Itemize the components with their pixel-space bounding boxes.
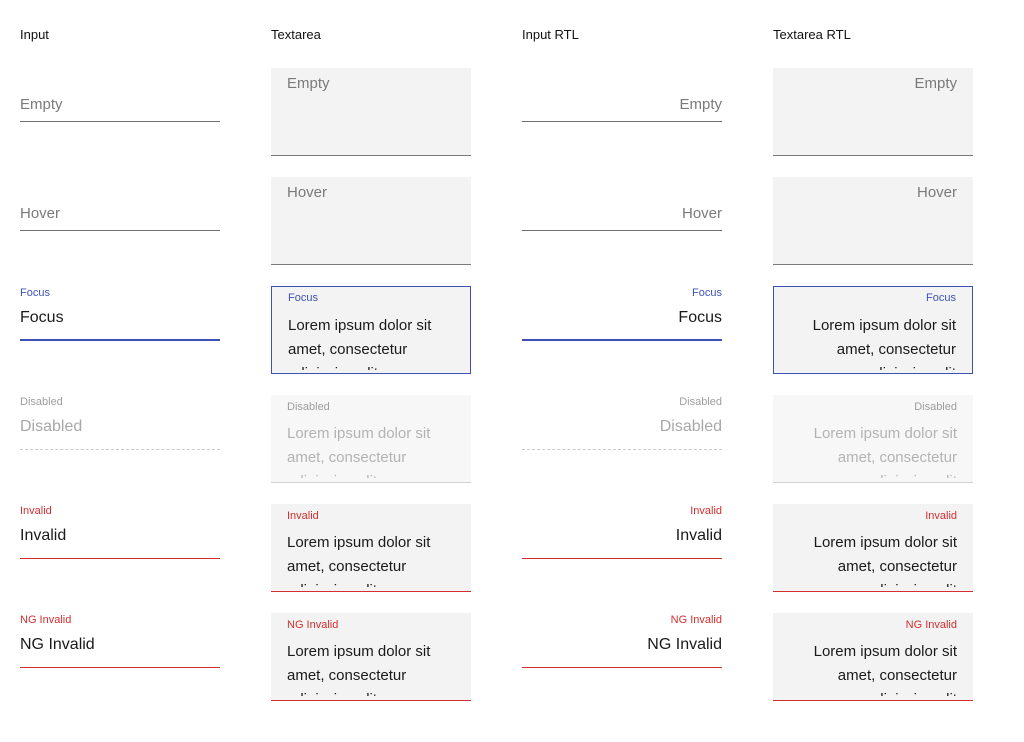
input-disabled-label: Disabled xyxy=(20,396,63,408)
textarea-rtl-invalid[interactable]: Invalid Lorem ipsum dolor sit amet, cons… xyxy=(773,504,973,592)
textarea-rtl-ng-invalid-text: Lorem ipsum dolor sit amet, consectetur … xyxy=(813,643,957,696)
textarea-disabled: Disabled Lorem ipsum dolor sit amet, con… xyxy=(271,395,471,483)
textarea-rtl-focus-label: Focus xyxy=(926,292,956,304)
input-hover[interactable]: Hover xyxy=(20,177,220,231)
textarea-rtl-hover-placeholder: Hover xyxy=(916,184,957,201)
input-rtl-disabled: Disabled Disabled xyxy=(522,396,722,450)
input-rtl-focus-label: Focus xyxy=(692,287,722,299)
input-rtl-empty-placeholder: Empty xyxy=(679,96,722,113)
input-ng-invalid-label: NG Invalid xyxy=(20,614,72,626)
textarea-empty[interactable]: Empty xyxy=(271,68,471,156)
input-rtl-invalid-value: Invalid xyxy=(675,527,722,544)
input-disabled: Disabled Disabled xyxy=(20,396,220,450)
input-hover-placeholder: Hover xyxy=(20,205,61,222)
textarea-rtl-empty[interactable]: Empty xyxy=(773,68,973,156)
input-ng-invalid-value: NG Invalid xyxy=(20,636,95,653)
input-rtl-disabled-label: Disabled xyxy=(679,396,722,408)
textarea-rtl-invalid-label: Invalid xyxy=(925,510,957,522)
input-focus-label: Focus xyxy=(20,287,50,299)
input-empty[interactable]: Empty xyxy=(20,68,220,122)
input-rtl-ng-invalid-label: NG Invalid xyxy=(670,614,722,626)
column-title-input-rtl: Input RTL xyxy=(522,27,579,42)
input-rtl-disabled-value: Disabled xyxy=(659,418,722,435)
input-rtl-focus-value: Focus xyxy=(678,309,722,326)
textarea-empty-placeholder: Empty xyxy=(287,75,330,92)
textarea-rtl-disabled-label: Disabled xyxy=(914,401,957,413)
textarea-invalid[interactable]: Invalid Lorem ipsum dolor sit amet, cons… xyxy=(271,504,471,592)
input-rtl-focus[interactable]: Focus Focus xyxy=(522,287,722,341)
input-invalid-label: Invalid xyxy=(20,505,52,517)
textarea-hover-placeholder: Hover xyxy=(287,184,328,201)
input-invalid[interactable]: Invalid Invalid xyxy=(20,505,220,559)
input-ng-invalid[interactable]: NG Invalid NG Invalid xyxy=(20,614,220,668)
textarea-rtl-disabled: Disabled Lorem ipsum dolor sit amet, con… xyxy=(773,395,973,483)
input-rtl-invalid[interactable]: Invalid Invalid xyxy=(522,505,722,559)
textarea-rtl-empty-placeholder: Empty xyxy=(914,75,957,92)
input-empty-placeholder: Empty xyxy=(20,96,63,113)
input-rtl-hover-placeholder: Hover xyxy=(681,205,722,222)
column-title-textarea-rtl: Textarea RTL xyxy=(773,27,851,42)
textarea-rtl-ng-invalid[interactable]: NG Invalid Lorem ipsum dolor sit amet, c… xyxy=(773,613,973,701)
textarea-rtl-invalid-text: Lorem ipsum dolor sit amet, consectetur … xyxy=(813,534,957,587)
textarea-disabled-text: Lorem ipsum dolor sit amet, consectetur … xyxy=(287,425,431,478)
textarea-ng-invalid[interactable]: NG Invalid Lorem ipsum dolor sit amet, c… xyxy=(271,613,471,701)
input-focus[interactable]: Focus Focus xyxy=(20,287,220,341)
input-rtl-ng-invalid[interactable]: NG Invalid NG Invalid xyxy=(522,614,722,668)
textarea-ng-invalid-text: Lorem ipsum dolor sit amet, consectetur … xyxy=(287,643,431,696)
column-title-textarea: Textarea xyxy=(271,27,321,42)
textarea-focus-label: Focus xyxy=(288,292,318,304)
input-invalid-value: Invalid xyxy=(20,527,67,544)
textarea-focus[interactable]: Focus Lorem ipsum dolor sit amet, consec… xyxy=(271,286,471,374)
input-rtl-hover[interactable]: Hover xyxy=(522,177,722,231)
textarea-rtl-disabled-text: Lorem ipsum dolor sit amet, consectetur … xyxy=(813,425,957,478)
input-rtl-invalid-label: Invalid xyxy=(690,505,722,517)
input-rtl-ng-invalid-value: NG Invalid xyxy=(647,636,722,653)
input-rtl-empty[interactable]: Empty xyxy=(522,68,722,122)
column-title-input: Input xyxy=(20,27,49,42)
textarea-invalid-text: Lorem ipsum dolor sit amet, consectetur … xyxy=(287,534,431,587)
textarea-rtl-focus[interactable]: Focus Lorem ipsum dolor sit amet, consec… xyxy=(773,286,973,374)
textarea-rtl-focus-text: Lorem ipsum dolor sit amet, consectetur … xyxy=(812,317,956,370)
textarea-invalid-label: Invalid xyxy=(287,510,319,522)
textarea-disabled-label: Disabled xyxy=(287,401,330,413)
textarea-rtl-ng-invalid-label: NG Invalid xyxy=(905,619,957,631)
textarea-focus-text: Lorem ipsum dolor sit amet, consectetur … xyxy=(288,317,432,370)
textarea-hover[interactable]: Hover xyxy=(271,177,471,265)
textarea-ng-invalid-label: NG Invalid xyxy=(287,619,339,631)
input-focus-value: Focus xyxy=(20,309,64,326)
input-disabled-value: Disabled xyxy=(20,418,83,435)
textarea-rtl-hover[interactable]: Hover xyxy=(773,177,973,265)
